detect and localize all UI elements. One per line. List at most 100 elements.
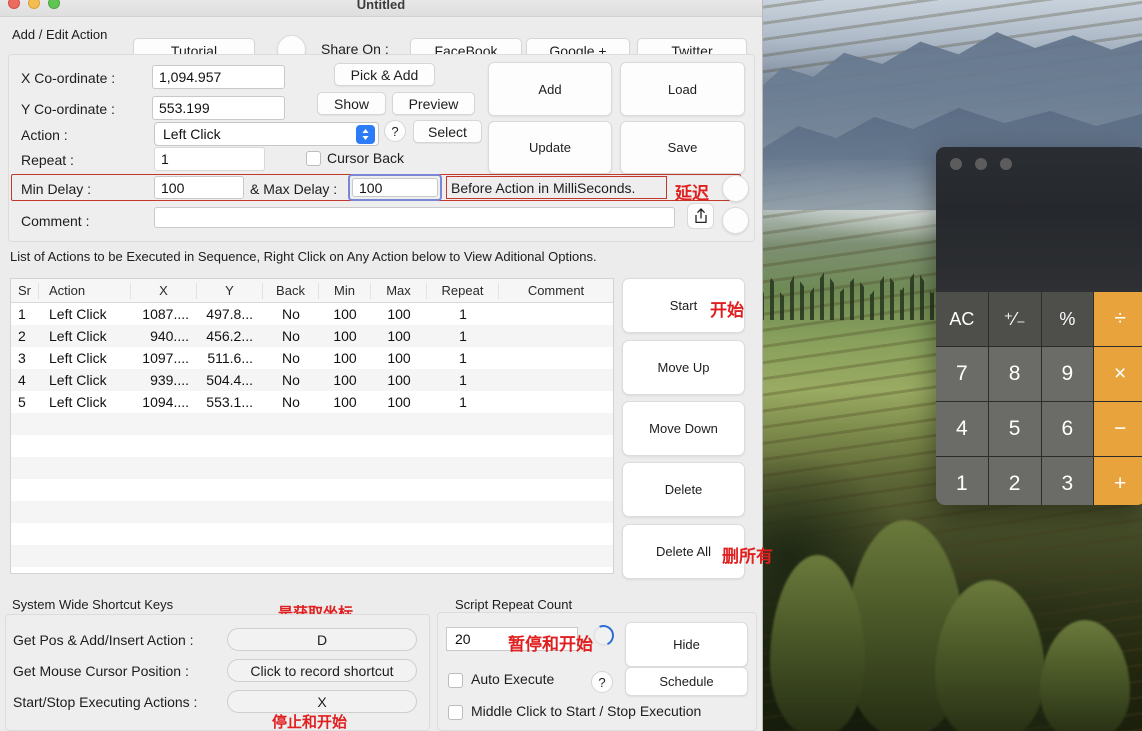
table-cell-y: 553.1... [197, 394, 263, 410]
update-button[interactable]: Update [488, 121, 612, 174]
calculator-titlebar[interactable] [936, 147, 1142, 292]
action-help-icon[interactable]: ? [384, 120, 406, 142]
shortcut-key-button-1[interactable]: Click to record shortcut [227, 659, 417, 682]
y-coordinate-input[interactable]: 553.199 [152, 96, 285, 120]
table-cell-sr: 3 [11, 350, 39, 366]
calculator-window[interactable]: AC⁺⁄₋%÷789×456−123+0.= [936, 147, 1142, 505]
delay-round-toggle[interactable] [722, 175, 749, 202]
calculator-key-1[interactable]: 1 [936, 457, 988, 505]
action-dropdown-value: Left Click [163, 126, 221, 142]
table-row-empty[interactable] [11, 435, 613, 457]
table-row[interactable]: 2Left Click940....456.2...No1001001 [11, 325, 613, 347]
calculator-key-[interactable]: + [1094, 457, 1142, 505]
hide-button[interactable]: Hide [625, 622, 748, 667]
calculator-key-5[interactable]: 5 [989, 402, 1041, 456]
calculator-key-[interactable]: ⁺⁄₋ [989, 292, 1041, 346]
table-header-back[interactable]: Back [263, 283, 319, 299]
table-row-empty[interactable] [11, 479, 613, 501]
calculator-key-[interactable]: % [1042, 292, 1094, 346]
max-delay-input[interactable]: 100 [352, 178, 438, 197]
calculator-key-2[interactable]: 2 [989, 457, 1041, 505]
move-down-button[interactable]: Move Down [622, 401, 745, 456]
action-dropdown[interactable]: Left Click [154, 122, 379, 146]
window-titlebar[interactable]: Untitled [0, 0, 762, 17]
table-row-empty[interactable] [11, 523, 613, 545]
table-cell-repeat: 1 [427, 328, 499, 344]
screen: AC⁺⁄₋%÷789×456−123+0.= Untitled Add / Ed… [0, 0, 1142, 731]
table-cell-min: 100 [319, 372, 371, 388]
delete-button[interactable]: Delete [622, 462, 745, 517]
shortcut-section-caption: System Wide Shortcut Keys [12, 597, 173, 612]
add-button[interactable]: Add [488, 62, 612, 116]
min-delay-input[interactable]: 100 [154, 176, 244, 199]
select-button[interactable]: Select [413, 120, 482, 143]
table-cell-max: 100 [371, 372, 427, 388]
calculator-key-8[interactable]: 8 [989, 347, 1041, 401]
table-cell-min: 100 [319, 328, 371, 344]
table-header-repeat[interactable]: Repeat [427, 283, 499, 299]
table-row-empty[interactable] [11, 457, 613, 479]
show-button[interactable]: Show [317, 92, 386, 115]
comment-input[interactable] [154, 207, 675, 228]
table-header-comment[interactable]: Comment [499, 283, 613, 299]
table-row[interactable]: 4Left Click939....504.4...No1001001 [11, 369, 613, 391]
cursor-back-checkbox[interactable] [306, 151, 321, 166]
calculator-key-AC[interactable]: AC [936, 292, 988, 346]
action-list-table[interactable]: SrActionXYBackMinMaxRepeatComment 1Left … [10, 278, 614, 574]
calculator-key-9[interactable]: 9 [1042, 347, 1094, 401]
shortcut-annotation-bottom-cn: 停止和开始 [272, 711, 347, 731]
calculator-key-[interactable]: − [1094, 402, 1142, 456]
preview-button[interactable]: Preview [392, 92, 475, 115]
table-header-action[interactable]: Action [39, 283, 131, 299]
y-coordinate-label: Y Co-ordinate : [21, 101, 115, 117]
calculator-key-7[interactable]: 7 [936, 347, 988, 401]
calculator-key-4[interactable]: 4 [936, 402, 988, 456]
table-header-min[interactable]: Min [319, 283, 371, 299]
comment-round-toggle[interactable] [722, 207, 749, 234]
calculator-key-[interactable]: ÷ [1094, 292, 1142, 346]
pick-and-add-button[interactable]: Pick & Add [334, 63, 435, 86]
calculator-key-6[interactable]: 6 [1042, 402, 1094, 456]
table-header-x[interactable]: X [131, 283, 197, 299]
calculator-maximize-icon[interactable] [1000, 158, 1012, 170]
share-export-icon[interactable] [687, 203, 714, 229]
table-cell-action: Left Click [39, 372, 131, 388]
table-row-empty[interactable] [11, 567, 613, 574]
calculator-minimize-icon[interactable] [975, 158, 987, 170]
max-delay-label: & Max Delay : [250, 181, 337, 197]
x-coordinate-input[interactable]: 1,094.957 [152, 65, 285, 89]
load-button[interactable]: Load [620, 62, 745, 116]
table-row[interactable]: 5Left Click1094....553.1...No1001001 [11, 391, 613, 413]
script-repeat-panel: 20 暂停和开始 Auto Execute ? Middle Click to … [437, 612, 757, 731]
calculator-key-[interactable]: × [1094, 347, 1142, 401]
table-row[interactable]: 1Left Click1087....497.8...No1001001 [11, 303, 613, 325]
before-action-note: Before Action in MilliSeconds. [446, 176, 667, 199]
table-cell-repeat: 1 [427, 350, 499, 366]
script-repeat-caption: Script Repeat Count [455, 597, 572, 612]
table-body: 1Left Click1087....497.8...No10010012Lef… [11, 303, 613, 574]
table-row-empty[interactable] [11, 545, 613, 567]
calculator-key-3[interactable]: 3 [1042, 457, 1094, 505]
move-up-button[interactable]: Move Up [622, 340, 745, 395]
schedule-button[interactable]: Schedule [625, 667, 748, 696]
table-cell-x: 940.... [131, 328, 197, 344]
shortcut-key-button-0[interactable]: D [227, 628, 417, 651]
table-row-empty[interactable] [11, 501, 613, 523]
auto-execute-checkbox[interactable] [448, 673, 463, 688]
table-row[interactable]: 3Left Click1097....511.6...No1001001 [11, 347, 613, 369]
table-header-sr[interactable]: Sr [11, 283, 39, 299]
auto-execute-help-icon[interactable]: ? [591, 671, 613, 693]
middle-click-checkbox[interactable] [448, 705, 463, 720]
shortcut-key-button-2[interactable]: X [227, 690, 417, 713]
save-button[interactable]: Save [620, 121, 745, 174]
repeat-input[interactable]: 1 [154, 147, 265, 171]
table-cell-max: 100 [371, 328, 427, 344]
topbar: Add / Edit Action Tutorial Share On : Fa… [0, 17, 762, 53]
calculator-close-icon[interactable] [950, 158, 962, 170]
table-cell-repeat: 1 [427, 372, 499, 388]
table-header-max[interactable]: Max [371, 283, 427, 299]
table-row-empty[interactable] [11, 413, 613, 435]
table-cell-y: 511.6... [197, 350, 263, 366]
cursor-back-label: Cursor Back [327, 150, 404, 166]
table-header-y[interactable]: Y [197, 283, 263, 299]
